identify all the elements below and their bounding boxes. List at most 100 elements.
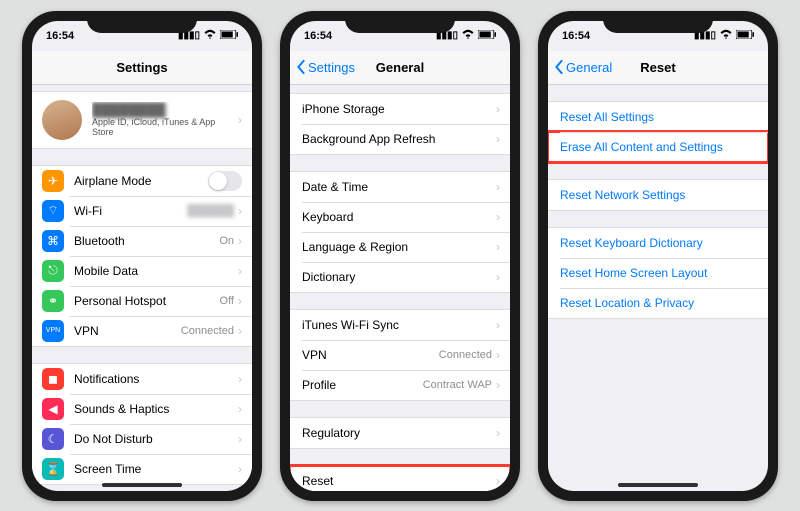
chevron-right-icon: › — [238, 264, 242, 278]
row-label: Language & Region — [302, 240, 496, 254]
row-label: Reset Home Screen Layout — [560, 266, 758, 280]
status-time: 16:54 — [46, 30, 74, 42]
bluetooth-icon: ⌘ — [42, 230, 64, 252]
nav-title: Reset — [640, 60, 675, 75]
bell-icon: ◼ — [42, 368, 64, 390]
row-wi-fi[interactable]: ⌔ Wi-Fi██████ › — [32, 196, 252, 226]
chevron-right-icon: › — [238, 204, 242, 218]
row-value: ██████ — [187, 205, 234, 217]
group-reset: Reset› — [290, 465, 510, 491]
chevron-left-icon — [554, 60, 564, 74]
row-value: On — [219, 235, 234, 247]
home-indicator[interactable] — [102, 483, 182, 487]
screen: 16:54 ▮▮▮▯ General Reset Reset All Setti… — [548, 21, 768, 491]
row-iphone-storage[interactable]: iPhone Storage› — [290, 94, 510, 124]
row-label: VPN — [302, 348, 439, 362]
row-airplane-mode[interactable]: ✈ Airplane Mode — [32, 166, 252, 196]
group-reset-network: Reset Network Settings — [548, 179, 768, 211]
chevron-right-icon: › — [496, 270, 500, 284]
row-profile[interactable]: ProfileContract WAP› — [290, 370, 510, 400]
screen: 16:54 ▮▮▮▯ Settings General iPhone Stora… — [290, 21, 510, 491]
chevron-right-icon: › — [496, 102, 500, 116]
back-button[interactable]: Settings — [296, 60, 355, 75]
row-value: Contract WAP — [423, 379, 492, 391]
row-reset-location-privacy[interactable]: Reset Location & Privacy — [548, 288, 768, 318]
content[interactable]: ████████ Apple ID, iCloud, iTunes & App … — [32, 85, 252, 491]
row-date-time[interactable]: Date & Time› — [290, 172, 510, 202]
chevron-right-icon: › — [496, 240, 500, 254]
status-time: 16:54 — [304, 30, 332, 42]
wifi-status-icon — [462, 29, 474, 42]
row-itunes-wi-fi-sync[interactable]: iTunes Wi-Fi Sync› — [290, 310, 510, 340]
phone-reset: 16:54 ▮▮▮▯ General Reset Reset All Setti… — [538, 11, 778, 501]
phone-settings: 16:54 ▮▮▮▯ Settings ████████ Apple ID, i… — [22, 11, 262, 501]
row-reset-home-screen-layout[interactable]: Reset Home Screen Layout — [548, 258, 768, 288]
row-label: Reset — [302, 474, 496, 488]
row-label: Wi-Fi — [74, 204, 187, 218]
row-label: Dictionary — [302, 270, 496, 284]
apple-id-row[interactable]: ████████ Apple ID, iCloud, iTunes & App … — [32, 91, 252, 149]
row-reset-network-settings[interactable]: Reset Network Settings — [548, 180, 768, 210]
chevron-right-icon: › — [496, 426, 500, 440]
row-language-region[interactable]: Language & Region› — [290, 232, 510, 262]
hourglass-icon: ⌛ — [42, 458, 64, 480]
row-vpn[interactable]: VPNVPNConnected› — [32, 316, 252, 346]
row-label: Erase All Content and Settings — [560, 140, 758, 154]
toggle[interactable] — [208, 171, 242, 191]
row-background-app-refresh[interactable]: Background App Refresh› — [290, 124, 510, 154]
row-label: Airplane Mode — [74, 174, 208, 188]
moon-icon: ☾ — [42, 428, 64, 450]
row-dictionary[interactable]: Dictionary› — [290, 262, 510, 292]
row-reset-keyboard-dictionary[interactable]: Reset Keyboard Dictionary — [548, 228, 768, 258]
chevron-right-icon: › — [238, 324, 242, 338]
profile-sub: Apple ID, iCloud, iTunes & App Store — [92, 117, 238, 137]
content[interactable]: iPhone Storage›Background App Refresh› D… — [290, 85, 510, 491]
notch — [87, 11, 197, 33]
row-label: iPhone Storage — [302, 102, 496, 116]
wifi-status-icon — [204, 29, 216, 42]
chevron-right-icon: › — [496, 180, 500, 194]
chevron-right-icon: › — [238, 234, 242, 248]
row-regulatory[interactable]: Regulatory› — [290, 418, 510, 448]
chevron-right-icon: › — [238, 113, 242, 127]
nav-bar: Settings General — [290, 51, 510, 85]
row-mobile-data[interactable]: ⎋Mobile Data› — [32, 256, 252, 286]
chevron-left-icon — [296, 60, 306, 74]
chevron-right-icon: › — [238, 294, 242, 308]
group-storage: iPhone Storage›Background App Refresh› — [290, 93, 510, 155]
row-screen-time[interactable]: ⌛Screen Time› — [32, 454, 252, 484]
nav-title: General — [376, 60, 424, 75]
home-indicator[interactable] — [618, 483, 698, 487]
notch — [603, 11, 713, 33]
wifi-icon: ⌔ — [42, 200, 64, 222]
row-label: Regulatory — [302, 426, 496, 440]
row-label: iTunes Wi-Fi Sync — [302, 318, 496, 332]
row-personal-hotspot[interactable]: ⚭Personal HotspotOff› — [32, 286, 252, 316]
row-value: Off — [220, 295, 234, 307]
row-notifications[interactable]: ◼Notifications› — [32, 364, 252, 394]
airplane-icon: ✈ — [42, 170, 64, 192]
chevron-right-icon: › — [238, 372, 242, 386]
back-button[interactable]: General — [554, 60, 612, 75]
wifi-status-icon — [720, 29, 732, 42]
content[interactable]: Reset All Settings Erase All Content and … — [548, 85, 768, 491]
group-locale: Date & Time›Keyboard›Language & Region›D… — [290, 171, 510, 293]
row-do-not-disturb[interactable]: ☾Do Not Disturb› — [32, 424, 252, 454]
row-erase-all-content-and-settings[interactable]: Erase All Content and Settings — [548, 132, 768, 162]
row-reset-all-settings[interactable]: Reset All Settings — [548, 102, 768, 132]
status-time: 16:54 — [562, 30, 590, 42]
row-sounds-haptics[interactable]: ◀Sounds & Haptics› — [32, 394, 252, 424]
row-reset[interactable]: Reset› — [290, 466, 510, 491]
row-label: VPN — [74, 324, 181, 338]
battery-icon — [736, 30, 754, 42]
battery-icon — [478, 30, 496, 42]
row-label: Reset Network Settings — [560, 188, 758, 202]
row-bluetooth[interactable]: ⌘ BluetoothOn › — [32, 226, 252, 256]
row-label: Bluetooth — [74, 234, 219, 248]
row-label: Reset All Settings — [560, 110, 758, 124]
row-vpn[interactable]: VPNConnected› — [290, 340, 510, 370]
row-keyboard[interactable]: Keyboard› — [290, 202, 510, 232]
chevron-right-icon: › — [496, 318, 500, 332]
screen: 16:54 ▮▮▮▯ Settings ████████ Apple ID, i… — [32, 21, 252, 491]
chevron-right-icon: › — [238, 402, 242, 416]
